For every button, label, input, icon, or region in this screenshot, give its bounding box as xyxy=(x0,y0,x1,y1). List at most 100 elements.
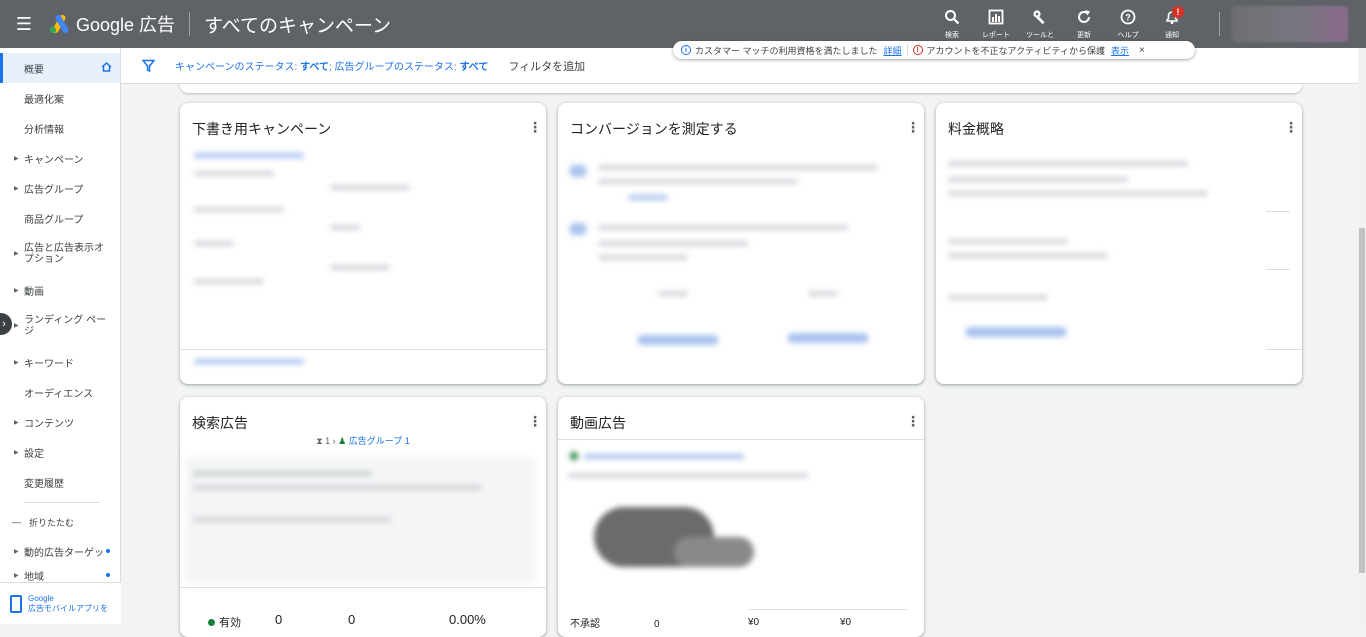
sidebar-item-settings[interactable]: ▶ 設定 xyxy=(0,437,120,467)
account-switcher[interactable] xyxy=(1232,6,1348,42)
main-menu-button[interactable]: ☰ xyxy=(0,0,48,48)
sidebar-item-videos[interactable]: ▶ 動画 xyxy=(0,275,120,305)
expand-arrow-icon: ▶ xyxy=(14,449,19,456)
filter-button[interactable] xyxy=(121,59,175,72)
hamburger-icon: ☰ xyxy=(15,13,33,34)
more-vert-icon[interactable]: ⋮ xyxy=(528,414,542,428)
more-vert-icon[interactable]: ⋮ xyxy=(906,414,920,428)
card-title: 料金概略 xyxy=(948,121,1004,137)
more-vert-icon[interactable]: ⋮ xyxy=(528,120,542,134)
sidebar-item-label: 商品グループ xyxy=(24,214,84,226)
stat-value: 0 xyxy=(654,619,660,630)
sidebar-item-campaigns[interactable]: ▶ キャンペーン xyxy=(0,143,120,173)
expand-arrow-icon: ▶ xyxy=(14,287,19,294)
sidebar-item-dynamic-ad-targets[interactable]: ▶ 動的広告ターゲッ xyxy=(0,536,120,566)
stat-value: ¥0 xyxy=(840,617,852,628)
phone-icon xyxy=(10,594,22,613)
sidebar-item-ads-extensions[interactable]: ▶ 広告と広告表示オプション xyxy=(0,233,120,275)
wrench-icon xyxy=(1032,9,1048,30)
sidebar-item-content[interactable]: ▶ コンテンツ xyxy=(0,407,120,437)
scrollbar-thumb[interactable] xyxy=(1359,228,1365,573)
customer-match-message: カスタマー マッチの利用資格を満たしました xyxy=(695,45,878,56)
app-promo-line1: Google xyxy=(28,593,54,603)
sidebar-item-label: 設定 xyxy=(24,448,44,460)
expand-arrow-icon: ▶ xyxy=(14,322,19,329)
expand-arrow-icon: ▶ xyxy=(14,572,19,579)
draft-campaigns-card: 下書き用キャンペーン ⋮ xyxy=(180,103,546,384)
stat-value: ¥0 xyxy=(748,617,760,628)
sidebar-item-label: コンテンツ xyxy=(24,418,74,430)
ad-status: 有効 xyxy=(208,614,241,630)
expand-arrow-icon: ▶ xyxy=(14,155,19,162)
expand-arrow-icon: ▶ xyxy=(14,359,19,366)
status-label: 有効 xyxy=(219,617,241,629)
card-title: 下書き用キャンペーン xyxy=(192,121,332,137)
blurred-content xyxy=(558,145,924,375)
sidebar-item-overview[interactable]: 概要 xyxy=(0,53,120,83)
sidebar-item-label: 最適化案 xyxy=(24,94,64,106)
blurred-content xyxy=(320,145,420,345)
sidebar-item-recommendations[interactable]: 最適化案 xyxy=(0,83,120,113)
notifications-label: 通知 xyxy=(1165,31,1179,39)
card-title: 動画広告 xyxy=(570,415,626,431)
ad-group-link[interactable]: 広告グループ 1 xyxy=(349,436,410,446)
google-ads-logo[interactable]: Google 広告 xyxy=(48,11,175,37)
crumb-count: 1 xyxy=(325,436,331,446)
search-ads-card: 検索広告 ⋮ ⧗ 1 › ♟ 広告グループ 1 有効 0 0 0.00% xyxy=(180,397,546,637)
sidebar-divider xyxy=(24,502,100,503)
sidebar-item-audiences[interactable]: オーディエンス xyxy=(0,377,120,407)
collapse-label: 折りたたむ xyxy=(29,517,75,528)
sidebar-item-label: 分析情報 xyxy=(24,124,64,136)
sidebar-item-label: 動画 xyxy=(24,286,44,298)
page-title: すべてのキャンペーン xyxy=(204,15,392,37)
status-active-dot xyxy=(208,619,215,626)
expand-arrow-icon: ▶ xyxy=(14,548,19,555)
notification-badge: ! xyxy=(1172,6,1184,18)
sidebar-item-landing-pages[interactable]: ▶ ランディング ページ xyxy=(0,305,120,347)
close-icon[interactable]: × xyxy=(1139,45,1145,56)
add-filter-button[interactable]: フィルタを追加 xyxy=(508,58,585,74)
account-protection-view-link[interactable]: 表示 xyxy=(1111,44,1129,57)
more-vert-icon[interactable]: ⋮ xyxy=(1284,120,1298,134)
card-title: 検索広告 xyxy=(192,415,248,431)
campaign-status-label: キャンペーンのステータス: xyxy=(175,62,298,73)
minus-icon: — xyxy=(12,517,21,527)
ad-group-breadcrumb: ⧗ 1 › ♟ 広告グループ 1 xyxy=(316,436,410,446)
video-ads-card: 動画広告 ⋮ 不承認 0 ¥0 ¥0 xyxy=(558,397,924,637)
sidebar-item-label: キーワード xyxy=(24,358,74,370)
sidebar-item-insights[interactable]: 分析情報 xyxy=(0,113,120,143)
mobile-app-promo[interactable]: Google 広告モバイルアプリを xyxy=(0,582,121,624)
report-icon xyxy=(988,9,1004,30)
sidebar-item-label: 変更履歴 xyxy=(24,478,64,490)
info-icon: i xyxy=(681,45,691,55)
sidebar-item-keywords[interactable]: ▶ キーワード xyxy=(0,347,120,377)
active-filters[interactable]: キャンペーンのステータス: すべて; 広告グループのステータス: すべて xyxy=(175,58,488,73)
title-divider xyxy=(189,12,191,36)
filter-icon xyxy=(141,59,155,72)
sidebar-item-label: 広告グループ xyxy=(24,184,84,196)
app-promo-line2: 広告モバイルアプリを xyxy=(28,603,108,613)
customer-match-details-link[interactable]: 詳細 xyxy=(884,44,902,57)
more-vert-icon[interactable]: ⋮ xyxy=(906,120,920,134)
stat-value: 0 xyxy=(275,612,283,627)
chevron-right-icon: › xyxy=(2,318,6,330)
billing-summary-card: 料金概略 ⋮ xyxy=(936,103,1302,384)
blurred-video-title xyxy=(564,447,824,467)
notice-divider xyxy=(906,44,908,56)
tools-label: ツールと xyxy=(1026,31,1054,39)
warning-icon: ! xyxy=(912,45,923,55)
sidebar-item-label: 動的広告ターゲッ xyxy=(24,547,104,559)
sidebar-item-product-groups[interactable]: 商品グループ xyxy=(0,203,120,233)
svg-text:?: ? xyxy=(1125,12,1131,22)
account-notice-bar: i カスタマー マッチの利用資格を満たしました 詳細 ! アカウントを不正なアク… xyxy=(673,41,1195,59)
sidebar-item-label: オーディエンス xyxy=(24,388,94,400)
page-scrollbar[interactable] xyxy=(1358,48,1366,624)
sidebar-item-change-history[interactable]: 変更履歴 xyxy=(0,467,120,497)
account-protection-message: アカウントを不正なアクティビティから保護 xyxy=(926,45,1106,56)
collapse-button[interactable]: — 折りたたむ xyxy=(0,508,120,536)
adgroup-status-value: すべて xyxy=(459,62,489,73)
sidebar-item-ad-groups[interactable]: ▶ 広告グループ xyxy=(0,173,120,203)
blurred-video-thumbnail xyxy=(564,467,814,597)
campaign-status-value: すべて xyxy=(300,62,329,73)
video-status: 不承認 xyxy=(570,619,600,630)
